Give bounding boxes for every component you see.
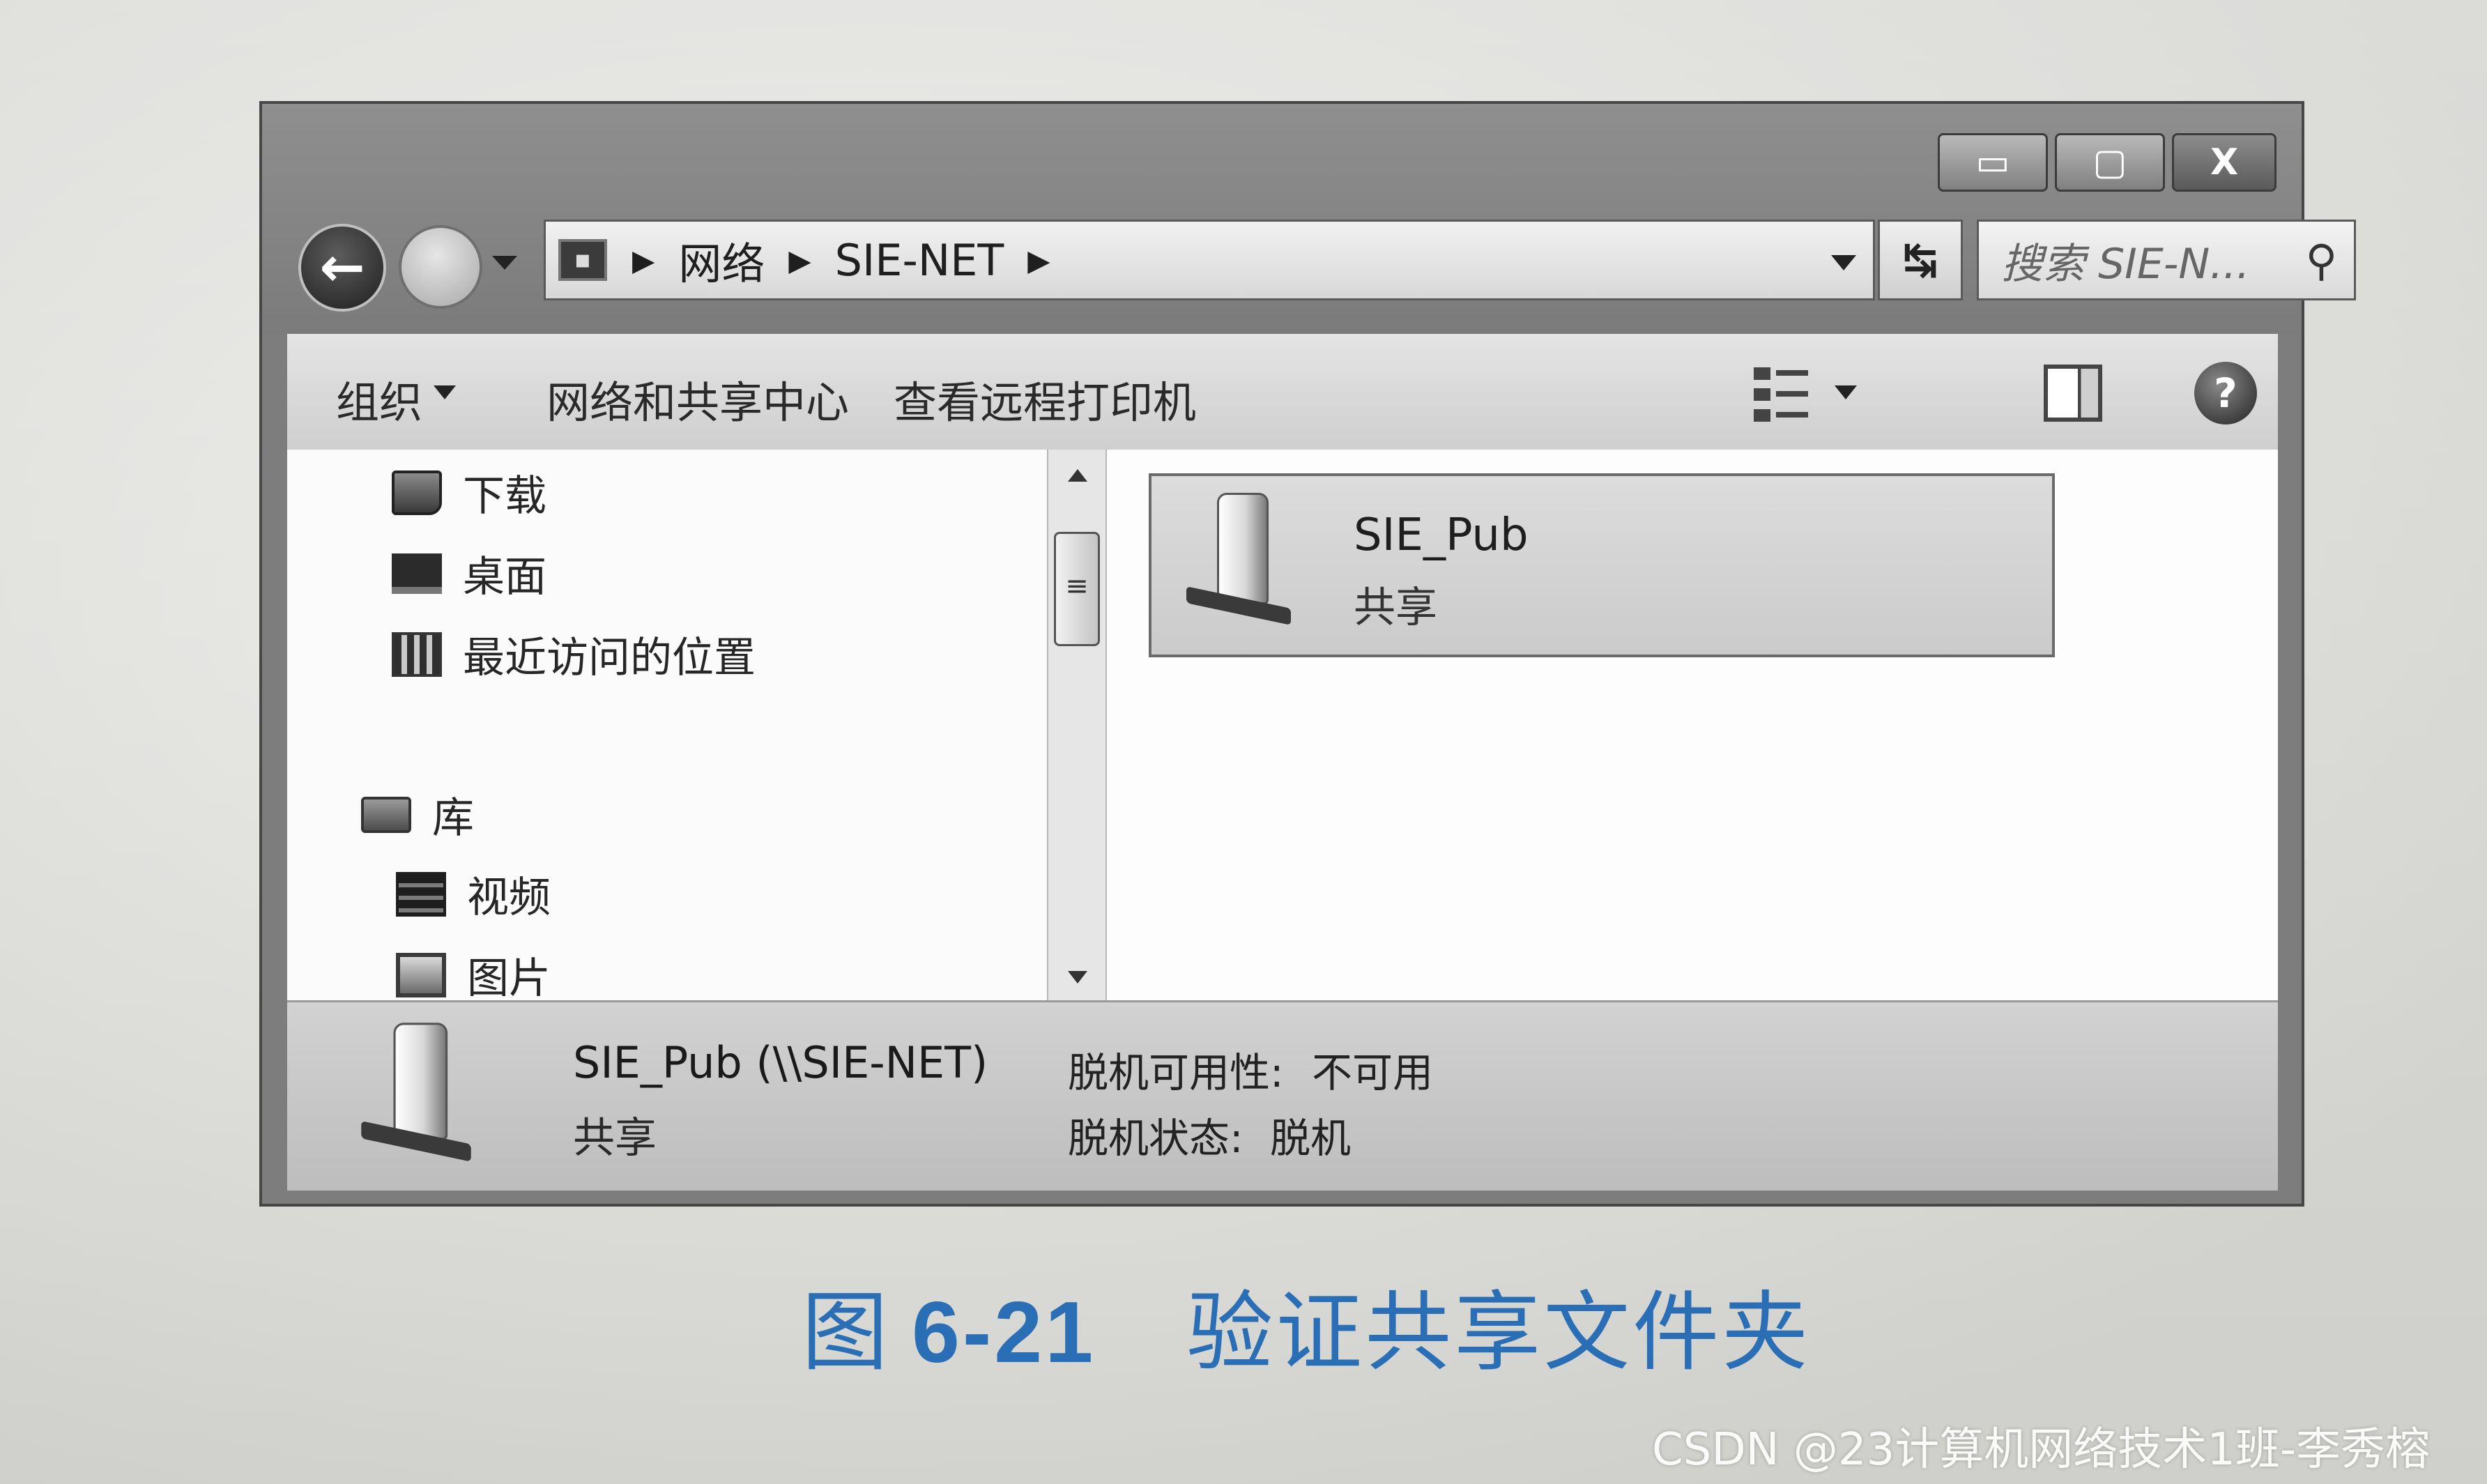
back-arrow-icon: ← xyxy=(319,236,365,299)
navigation-pane: 下载 桌面 最近访问的位置 库 视频 图片 xyxy=(287,450,1047,1003)
window-controls: ▭ ▢ X xyxy=(1938,133,2276,192)
nav-item-label: 库 xyxy=(432,794,474,843)
scroll-up-arrow-icon[interactable] xyxy=(1068,469,1087,482)
preview-pane-icon[interactable] xyxy=(2044,365,2102,422)
desktop-icon xyxy=(392,553,442,594)
offline-availability-label: 脱机可用性: xyxy=(1068,1049,1284,1096)
nav-item-label: 视频 xyxy=(467,873,551,922)
recent-places-icon xyxy=(392,632,442,677)
help-icon[interactable]: ? xyxy=(2194,362,2257,424)
nav-item-recent-places[interactable]: 最近访问的位置 xyxy=(392,624,756,684)
nav-item-pictures[interactable]: 图片 xyxy=(396,944,551,1005)
offline-status-value: 脱机 xyxy=(1270,1115,1352,1162)
shared-folder-tile[interactable]: SIE_Pub 共享 xyxy=(1149,473,2055,657)
network-share-icon xyxy=(1186,493,1291,625)
figure-caption: 图 6-21 验证共享文件夹 xyxy=(802,1262,1811,1387)
command-bar: 组织 网络和共享中心 查看远程打印机 ? xyxy=(287,334,2278,452)
shared-folder-name: SIE_Pub xyxy=(1354,510,1529,561)
organize-dropdown-arrow[interactable] xyxy=(434,385,456,399)
recent-pages-dropdown[interactable] xyxy=(492,256,517,270)
maximize-button[interactable]: ▢ xyxy=(2055,133,2165,192)
offline-status-label: 脱机状态: xyxy=(1068,1115,1244,1162)
view-dropdown-arrow[interactable] xyxy=(1835,385,1857,399)
title-bar: ▭ ▢ X ← ▪ ▶ 网络 ▶ SIE-NET ▶ ↹ 搜索 SIE-N...… xyxy=(262,104,2356,334)
nav-item-downloads[interactable]: 下载 xyxy=(392,462,546,523)
search-input[interactable]: 搜索 SIE-N... xyxy=(2001,230,2306,291)
details-item-type: 共享 xyxy=(573,1114,657,1163)
nav-item-videos[interactable]: 视频 xyxy=(396,864,551,924)
content-pane: SIE_Pub 共享 xyxy=(1107,450,2278,1000)
nav-item-desktop[interactable]: 桌面 xyxy=(392,543,546,604)
figure-number: 6-21 xyxy=(912,1285,1096,1381)
nav-item-libraries[interactable]: 库 xyxy=(361,784,474,845)
library-icon xyxy=(361,796,411,833)
forward-button[interactable] xyxy=(399,225,482,309)
network-sharing-center-button[interactable]: 网络和共享中心 xyxy=(546,367,849,430)
network-icon: ▪ xyxy=(558,239,607,281)
view-remote-printers-button[interactable]: 查看远程打印机 xyxy=(894,367,1196,430)
back-button[interactable]: ← xyxy=(298,224,386,312)
breadcrumb-separator[interactable]: ▶ xyxy=(632,243,655,277)
shared-folder-type: 共享 xyxy=(1354,583,1437,632)
watermark: CSDN @23计算机网络技术1班-李秀榕 xyxy=(1652,1424,2431,1476)
search-icon[interactable]: ⚲ xyxy=(2306,235,2337,286)
nav-item-label: 最近访问的位置 xyxy=(463,634,756,682)
breadcrumb-sie-net[interactable]: SIE-NET xyxy=(835,235,1004,286)
navigation-scrollbar[interactable]: ≡ xyxy=(1047,450,1107,1000)
search-box[interactable]: 搜索 SIE-N... ⚲ xyxy=(1977,220,2356,300)
nav-item-label: 桌面 xyxy=(463,553,546,602)
breadcrumb-separator[interactable]: ▶ xyxy=(1027,243,1050,277)
nav-item-label: 图片 xyxy=(467,954,551,1003)
figure-label: 图 xyxy=(802,1283,892,1383)
network-share-icon xyxy=(361,1023,471,1162)
scroll-thumb[interactable]: ≡ xyxy=(1054,532,1100,646)
scroll-down-arrow-icon[interactable] xyxy=(1068,971,1087,984)
organize-button[interactable]: 组织 xyxy=(336,367,422,430)
change-view-icon[interactable] xyxy=(1751,363,1814,426)
refresh-icon: ↹ xyxy=(1902,236,1938,284)
pictures-icon xyxy=(396,952,446,997)
downloads-folder-icon xyxy=(392,470,442,515)
offline-availability-value: 不可用 xyxy=(1312,1049,1434,1096)
minimize-button[interactable]: ▭ xyxy=(1938,133,2048,192)
nav-item-label: 下载 xyxy=(463,472,546,521)
close-button[interactable]: X xyxy=(2172,133,2276,192)
details-item-name: SIE_Pub (\\SIE-NET) xyxy=(573,1037,988,1088)
explorer-window: ▭ ▢ X ← ▪ ▶ 网络 ▶ SIE-NET ▶ ↹ 搜索 SIE-N...… xyxy=(259,101,2356,1207)
address-bar[interactable]: ▪ ▶ 网络 ▶ SIE-NET ▶ xyxy=(544,220,1875,300)
address-history-dropdown[interactable] xyxy=(1831,255,1856,270)
breadcrumb-separator[interactable]: ▶ xyxy=(788,243,811,277)
videos-icon xyxy=(396,871,446,917)
figure-title: 验证共享文件夹 xyxy=(1186,1283,1812,1383)
breadcrumb-network[interactable]: 网络 xyxy=(678,229,765,291)
refresh-button[interactable]: ↹ xyxy=(1878,220,1963,300)
details-pane: SIE_Pub (\\SIE-NET) 共享 脱机可用性: 不可用 脱机状态: … xyxy=(287,1000,2278,1191)
